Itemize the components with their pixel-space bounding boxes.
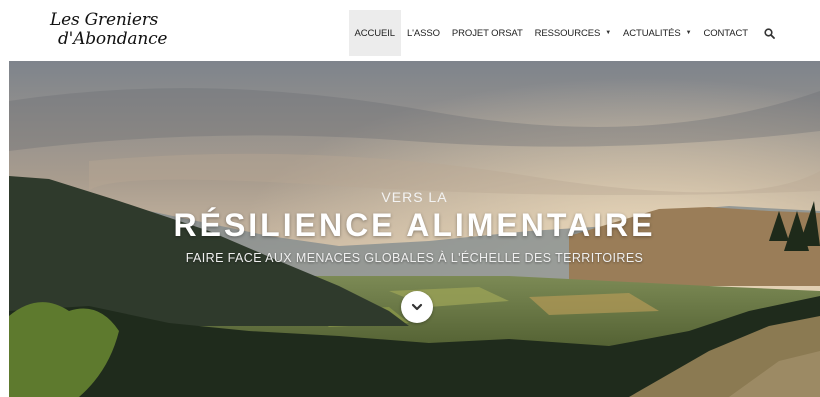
chevron-down-icon: ▼: [605, 30, 612, 36]
nav-item-asso[interactable]: L'ASSO: [401, 10, 446, 56]
chevron-down-icon: [411, 303, 423, 311]
site-header: Les Greniers d'Abondance ACCUEIL L'ASSO …: [0, 0, 820, 60]
hero-text-block: VERS LA RÉSILIENCE ALIMENTAIRE FAIRE FAC…: [9, 61, 820, 397]
nav-label: PROJET ORSAT: [451, 27, 523, 39]
nav-label: RESSOURCES: [534, 27, 601, 39]
hero-eyebrow: VERS LA: [381, 189, 448, 205]
nav-item-projet-orsat[interactable]: PROJET ORSAT: [446, 10, 529, 56]
hero-headline: RÉSILIENCE ALIMENTAIRE: [173, 207, 656, 243]
nav-label: ACCUEIL: [354, 27, 396, 39]
nav-item-ressources[interactable]: RESSOURCES ▼: [529, 10, 617, 56]
site-logo[interactable]: Les Greniers d'Abondance: [50, 10, 167, 54]
search-icon[interactable]: [758, 10, 780, 56]
nav-label: CONTACT: [703, 27, 748, 39]
nav-item-contact[interactable]: CONTACT: [697, 10, 754, 56]
nav-item-accueil[interactable]: ACCUEIL: [348, 10, 401, 56]
hero-subline: FAIRE FACE AUX MENACES GLOBALES À L'ÉCHE…: [185, 251, 644, 265]
logo-line-1: Les Greniers: [50, 10, 159, 30]
nav-item-actualites[interactable]: ACTUALITÉS ▼: [617, 10, 697, 56]
nav-label: L'ASSO: [407, 27, 440, 39]
chevron-down-icon: ▼: [685, 30, 692, 36]
scroll-down-button[interactable]: [401, 291, 433, 323]
nav-label: ACTUALITÉS: [623, 27, 681, 39]
logo-line-2: d'Abondance: [58, 29, 168, 49]
search-icon-glyph: [763, 27, 775, 39]
hero-banner: VERS LA RÉSILIENCE ALIMENTAIRE FAIRE FAC…: [9, 61, 820, 397]
main-nav: ACCUEIL L'ASSO PROJET ORSAT RESSOURCES ▼…: [348, 10, 780, 56]
